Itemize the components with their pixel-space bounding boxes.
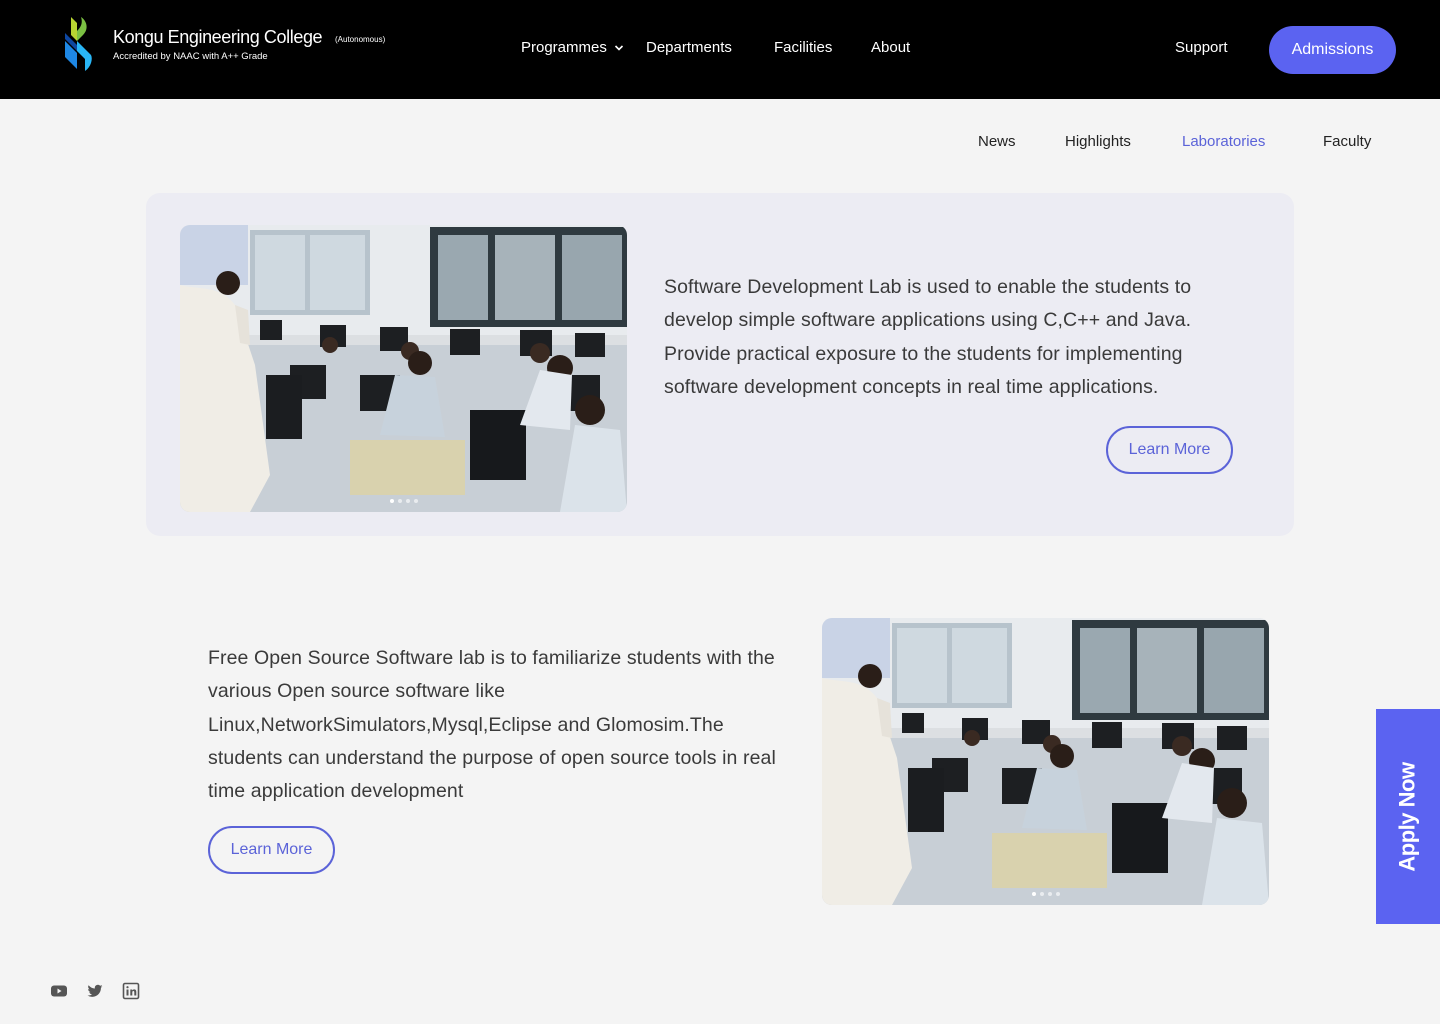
apply-now-button[interactable]: Apply Now	[1376, 709, 1440, 924]
carousel-dot[interactable]	[389, 499, 394, 503]
nav-support[interactable]: Support	[1175, 39, 1228, 56]
accreditation-label: Accredited by NAAC with A++ Grade	[113, 51, 268, 62]
nav-about[interactable]: About	[871, 39, 910, 56]
site-header: Kongu Engineering College (Autonomous) A…	[0, 0, 1440, 99]
tab-faculty[interactable]: Faculty	[1323, 133, 1371, 150]
chevron-down-icon[interactable]	[614, 44, 624, 52]
autonomous-label: (Autonomous)	[335, 35, 386, 44]
carousel-dots[interactable]	[1031, 892, 1060, 896]
tab-highlights[interactable]: Highlights	[1065, 133, 1131, 150]
carousel-dot[interactable]	[1055, 892, 1060, 896]
carousel-dot[interactable]	[405, 499, 410, 503]
carousel-dot[interactable]	[1039, 892, 1044, 896]
nav-facilities[interactable]: Facilities	[774, 39, 832, 56]
learn-more-button[interactable]: Learn More	[1106, 426, 1233, 474]
apply-now-label: Apply Now	[1395, 761, 1421, 872]
tab-laboratories[interactable]: Laboratories	[1182, 133, 1265, 150]
nav-departments[interactable]: Departments	[646, 39, 732, 56]
tab-news[interactable]: News	[978, 133, 1016, 150]
lab-photo-carousel[interactable]	[822, 618, 1269, 905]
lab-photo-carousel[interactable]	[180, 225, 627, 512]
linkedin-icon[interactable]	[122, 982, 140, 1000]
carousel-dot[interactable]	[397, 499, 402, 503]
lab-description: Software Development Lab is used to enab…	[664, 276, 1192, 398]
carousel-dot[interactable]	[1047, 892, 1052, 896]
college-name[interactable]: Kongu Engineering College	[113, 27, 323, 48]
carousel-dot[interactable]	[1031, 892, 1036, 896]
college-logo-icon[interactable]	[63, 15, 95, 71]
youtube-icon[interactable]	[50, 982, 68, 1000]
learn-more-button[interactable]: Learn More	[208, 826, 335, 874]
lab-description: Free Open Source Software lab is to fami…	[208, 647, 776, 803]
twitter-icon[interactable]	[86, 982, 104, 1000]
lab-photo	[180, 225, 627, 512]
lab-photo	[822, 618, 1269, 905]
carousel-dot[interactable]	[413, 499, 418, 503]
admissions-button[interactable]: Admissions	[1269, 26, 1396, 74]
carousel-dots[interactable]	[389, 499, 418, 503]
nav-programmes[interactable]: Programmes	[521, 39, 607, 56]
